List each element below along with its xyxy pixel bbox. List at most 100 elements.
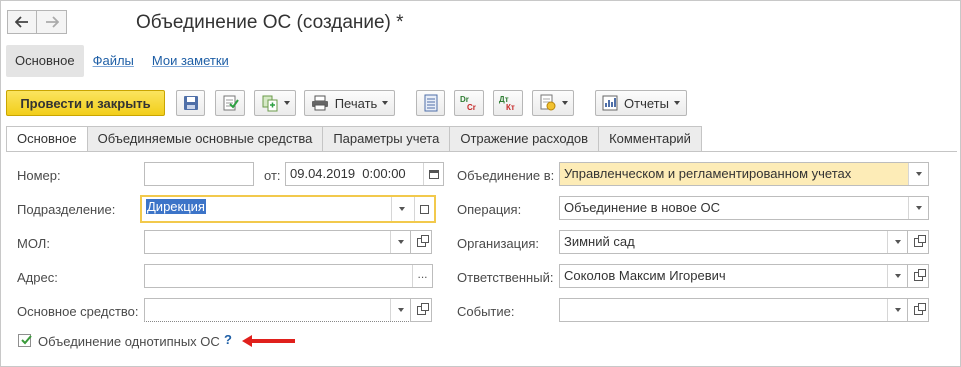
responsible-open-button[interactable]	[907, 264, 929, 288]
tab-strip: Основное Объединяемые основные средства …	[6, 126, 702, 152]
tab-main[interactable]: Основное	[6, 126, 88, 152]
operation-value: Объединение в новое ОС	[564, 200, 720, 215]
printer-icon	[311, 95, 328, 111]
chevron-down-icon	[894, 274, 901, 278]
organization-dropdown[interactable]	[887, 231, 907, 253]
organization-value: Зимний сад	[564, 234, 635, 249]
event-open-button[interactable]	[907, 298, 929, 322]
mol-open-button[interactable]	[410, 230, 432, 254]
tab-accounting-params[interactable]: Параметры учета	[322, 126, 451, 152]
kt-text: Кт	[506, 103, 515, 112]
section-main[interactable]: Основное	[6, 45, 84, 77]
chevron-down-icon	[397, 240, 404, 244]
responsible-label: Ответственный:	[457, 270, 554, 285]
mol-label: МОЛ:	[17, 236, 50, 251]
merge-in-field[interactable]: Управленческом и регламентированном учет…	[559, 162, 929, 186]
address-field[interactable]: ...	[144, 264, 433, 288]
open-icon	[913, 268, 926, 281]
mol-dropdown[interactable]	[390, 231, 410, 253]
operation-dropdown[interactable]	[908, 197, 928, 219]
department-label: Подразделение:	[17, 202, 116, 217]
tab-merged-assets[interactable]: Объединяемые основные средства	[86, 126, 324, 152]
asset-field[interactable]	[144, 298, 411, 322]
open-icon	[416, 302, 429, 315]
dt-kt-icon: Дт Кт	[499, 95, 515, 112]
event-field[interactable]	[559, 298, 908, 322]
post-and-close-button[interactable]: Провести и закрыть	[6, 90, 165, 116]
print-label: Печать	[334, 95, 378, 111]
department-field[interactable]: Дирекция	[140, 195, 436, 223]
forward-button[interactable]	[37, 10, 67, 34]
mol-field[interactable]	[144, 230, 411, 254]
attachments-button[interactable]	[532, 90, 574, 116]
asset-label: Основное средство:	[17, 304, 139, 319]
event-label: Событие:	[457, 304, 515, 319]
section-notes[interactable]: Мои заметки	[143, 45, 238, 77]
ellipsis-icon[interactable]: ...	[412, 265, 432, 287]
back-button[interactable]	[7, 10, 37, 34]
chevron-down-icon	[673, 101, 680, 105]
annotation-arrow-icon	[242, 335, 295, 347]
reports-button[interactable]: Отчеты	[595, 90, 687, 116]
responsible-field[interactable]: Соколов Максим Игоревич	[559, 264, 908, 288]
page-title: Объединение ОС (создание) *	[136, 12, 404, 33]
print-button[interactable]: Печать	[304, 90, 395, 116]
cr-text: Cr	[467, 103, 476, 112]
department-dropdown[interactable]	[391, 197, 411, 221]
open-icon	[420, 204, 429, 214]
asset-open-button[interactable]	[410, 298, 432, 322]
floppy-disk-icon	[183, 96, 198, 110]
section-files[interactable]: Файлы	[84, 45, 143, 77]
responsible-dropdown[interactable]	[887, 265, 907, 287]
tab-expense-reflection[interactable]: Отражение расходов	[449, 126, 600, 152]
chevron-down-icon	[398, 207, 405, 211]
chevron-down-icon	[397, 308, 404, 312]
tab-comment[interactable]: Комментарий	[598, 126, 702, 152]
chevron-down-icon	[561, 101, 568, 105]
event-dropdown[interactable]	[887, 299, 907, 321]
create-based-on-icon	[262, 95, 277, 112]
document-window: Объединение ОС (создание) * Основное Фай…	[0, 0, 961, 367]
open-icon	[913, 302, 926, 315]
merge-in-dropdown[interactable]	[908, 163, 928, 185]
chevron-down-icon	[283, 101, 290, 105]
date-value: 09.04.2019 0:00:00	[290, 166, 406, 181]
date-field[interactable]: 09.04.2019 0:00:00	[285, 162, 444, 186]
responsible-value: Соколов Максим Игоревич	[564, 268, 726, 283]
department-value: Дирекция	[146, 199, 206, 214]
chevron-down-icon	[915, 206, 922, 210]
operation-label: Операция:	[457, 202, 522, 217]
date-label: от:	[264, 168, 281, 183]
address-label: Адрес:	[17, 270, 58, 285]
post-and-close-label: Провести и закрыть	[20, 95, 151, 111]
number-label: Номер:	[17, 168, 61, 183]
reports-label: Отчеты	[624, 95, 669, 111]
post-document-icon	[223, 95, 239, 111]
organization-field[interactable]: Зимний сад	[559, 230, 908, 254]
department-open-button[interactable]	[414, 197, 434, 221]
merge-in-label: Объединение в:	[457, 168, 555, 183]
arrow-right-icon	[45, 16, 59, 28]
asset-dropdown[interactable]	[390, 299, 410, 321]
open-icon	[416, 234, 429, 247]
organization-open-button[interactable]	[907, 230, 929, 254]
list-document-icon	[424, 94, 437, 112]
save-button[interactable]	[176, 90, 205, 116]
navigation	[7, 10, 67, 34]
operation-field[interactable]: Объединение в новое ОС	[559, 196, 929, 220]
create-based-on-button[interactable]	[254, 90, 296, 116]
dr-cr-button[interactable]: Dr Cr	[454, 90, 484, 116]
merge-in-value: Управленческом и регламентированном учет…	[564, 166, 852, 181]
calendar-icon[interactable]	[423, 163, 443, 185]
same-type-label: Объединение однотипных ОС	[38, 334, 220, 349]
chevron-down-icon	[915, 172, 922, 176]
number-field[interactable]	[144, 162, 254, 186]
arrow-left-icon	[15, 16, 28, 28]
organization-label: Организация:	[457, 236, 540, 251]
post-button[interactable]	[215, 90, 245, 116]
dt-kt-button[interactable]: Дт Кт	[493, 90, 523, 116]
help-link[interactable]: ?	[224, 332, 232, 347]
same-type-checkbox[interactable]	[18, 334, 32, 347]
chevron-down-icon	[382, 101, 389, 105]
journal-button[interactable]	[416, 90, 445, 116]
